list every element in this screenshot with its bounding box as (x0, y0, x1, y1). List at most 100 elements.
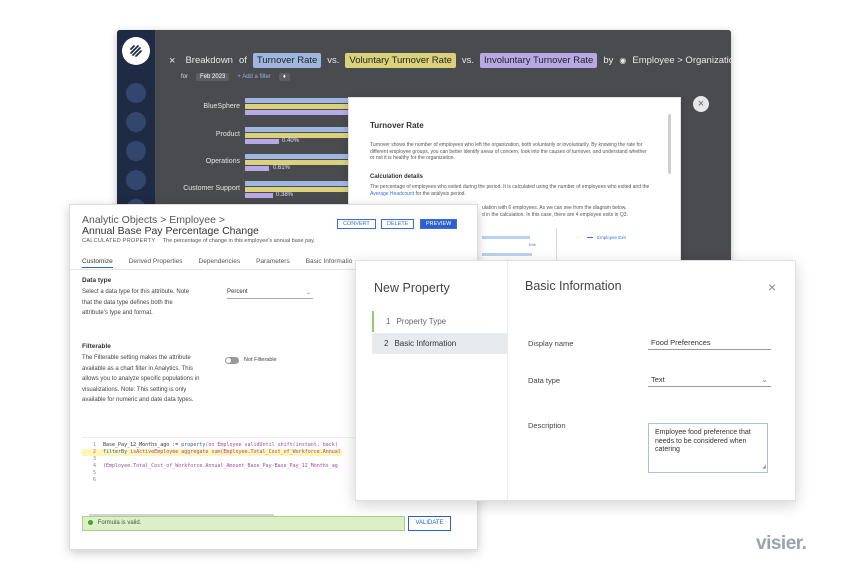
preview-button[interactable]: PREVIEW (420, 219, 458, 229)
category-label: BlueSphere (203, 103, 240, 110)
filter-more-icon[interactable]: ♦ (278, 73, 290, 81)
dimension-selector[interactable]: Employee > Organization Hierarchy (632, 55, 731, 66)
calc-text: The percentage of employees who exited d… (370, 184, 650, 190)
dialog-title: New Property (374, 281, 450, 295)
new-property-dialog: New Property 1 Property Type 2 Basic Infor… (355, 260, 796, 501)
brand-logo: visier. (756, 533, 807, 554)
tab-parameters[interactable]: Parameters (256, 258, 290, 268)
add-filter-link[interactable]: + Add a filter (237, 74, 271, 80)
formula-status: Formula is valid. (82, 516, 405, 531)
category-label: Product (215, 131, 240, 138)
calc-line: ulation with 6 employees. As we can see … (482, 205, 627, 211)
bar-operations-c[interactable] (245, 166, 269, 171)
line-number: 6 (92, 477, 96, 483)
property-description: The percentage of change in this employe… (162, 238, 316, 244)
tab-basic-information[interactable]: Basic Informatio (306, 258, 353, 268)
title-word: Breakdown (185, 55, 233, 66)
filterable-toggle[interactable] (225, 357, 239, 364)
stepper-panel: New Property 1 Property Type 2 Basic Infor… (356, 261, 508, 500)
tab-derived-properties[interactable]: Derived Properties (129, 258, 183, 268)
calc-line: d in the calculation. In this case, ther… (482, 211, 628, 218)
step-label: Property Type (396, 317, 447, 326)
data-type-value: Text (651, 375, 665, 384)
nav-item-1[interactable] (126, 83, 146, 103)
code-line: 6 (82, 477, 103, 484)
code-keyword: property (181, 442, 206, 448)
code-line: 4 (Employee.Total_Cost_of_Workforce.Annua… (82, 463, 338, 470)
eye-icon: ◉ (619, 56, 627, 65)
formula-status-text: Formula is valid. (97, 520, 142, 526)
resize-handle-icon[interactable]: ◢ (762, 463, 766, 472)
data-type-description: Select a data type for this attribute. N… (82, 289, 190, 316)
code-text: (on Employee validUntil shift(instant, b… (205, 442, 338, 448)
description-textarea[interactable]: Employee food preference that needs to b… (648, 423, 768, 473)
filterable-description: The Filterable setting makes the attribu… (82, 355, 200, 403)
close-icon[interactable]: × (768, 279, 776, 295)
display-name-field[interactable]: Food Preferences (648, 336, 771, 350)
diagram-bar (482, 236, 530, 239)
data-type-value: Percent (227, 289, 248, 295)
nav-item-2[interactable] (126, 112, 146, 132)
panel-title: Turnover Rate (370, 121, 424, 130)
visual-title: × Breakdown of Turnover Rate vs. Volunta… (169, 53, 731, 68)
diagram-legend-line (587, 237, 593, 238)
close-icon[interactable]: × (693, 96, 709, 112)
bar-support-c[interactable] (245, 193, 273, 198)
step-number: 1 (386, 317, 391, 326)
delete-button[interactable]: DELETE (381, 219, 415, 229)
line-number: 2 (92, 449, 96, 455)
diagram-bar (482, 253, 532, 256)
panel-scrollbar[interactable] (668, 114, 671, 174)
code-text: Base_Pay_12_Months_ago := (103, 442, 182, 448)
average-headcount-link[interactable]: Average Headcount (370, 191, 414, 197)
chevron-down-icon: ⌄ (761, 375, 768, 384)
metric-chip-involuntary[interactable]: Involuntary Turnover Rate (480, 53, 598, 68)
period-filter[interactable]: Feb 2023 (196, 73, 230, 81)
filter-for: for (181, 74, 189, 80)
data-type-heading: Data type (82, 277, 112, 284)
code-line: 3 (82, 456, 103, 463)
nav-item-4[interactable] (126, 170, 146, 190)
close-icon[interactable]: × (169, 55, 175, 67)
step-label: Basic Information (394, 339, 457, 348)
filter-row: for Feb 2023 + Add a filter ♦ (181, 73, 290, 81)
filterable-heading: Filterable (82, 343, 111, 350)
line-number: 3 (92, 456, 96, 462)
tab-bar: Customize Derived Properties Dependencie… (82, 258, 352, 268)
title-word: of (238, 55, 247, 66)
category-label: Operations (205, 158, 240, 165)
title-word: vs. (461, 55, 475, 66)
toggle-label: Not Filterable (244, 357, 277, 363)
display-name-label: Display name (528, 339, 574, 348)
nav-item-3[interactable] (126, 141, 146, 161)
step-property-type[interactable]: 1 Property Type (372, 311, 508, 332)
data-type-select[interactable]: Text ⌄ (648, 373, 771, 387)
property-kind: CALCULATED PROPERTY (82, 238, 156, 244)
calc-text-2: ulation with 6 employees. As we can see … (482, 205, 662, 218)
category-label: Customer Support (183, 185, 240, 192)
calc-details-text: The percentage of employees who exited d… (370, 184, 652, 197)
data-type-label: Data type (528, 376, 561, 385)
step-basic-information[interactable]: 2 Basic Information (372, 333, 508, 354)
title-word: by (603, 55, 614, 66)
code-line: 2 filterBy isActiveEmployee aggregate sum… (82, 449, 342, 456)
bar-product-c[interactable] (245, 139, 279, 144)
app-logo-icon[interactable] (122, 37, 150, 65)
metric-chip-turnover[interactable]: Turnover Rate (252, 53, 322, 68)
convert-button[interactable]: CONVERT (337, 219, 376, 229)
code-line: 5 (82, 470, 103, 477)
calc-details-heading: Calculation details (370, 174, 424, 180)
diagram-small-label: Exit (529, 242, 536, 247)
metric-chip-voluntary[interactable]: Voluntary Turnover Rate (345, 53, 456, 68)
diagram-exit-label: Employee Exit (597, 235, 626, 240)
tab-dependencies[interactable]: Dependencies (199, 258, 241, 268)
line-number: 5 (92, 470, 96, 476)
line-number: 4 (92, 463, 96, 469)
tab-customize[interactable]: Customize (82, 258, 113, 268)
data-label: 0.61% (273, 165, 291, 171)
data-type-select[interactable]: Percent ⌄ (227, 289, 313, 299)
code-text: isActiveEmployee aggregate sum(Employee.… (127, 449, 341, 455)
validate-button[interactable]: VALIDATE (408, 516, 451, 531)
property-subtitle: CALCULATED PROPERTY The percentage of ch… (82, 238, 315, 244)
panel-intro: Turnover shows the number of employees w… (370, 142, 647, 162)
